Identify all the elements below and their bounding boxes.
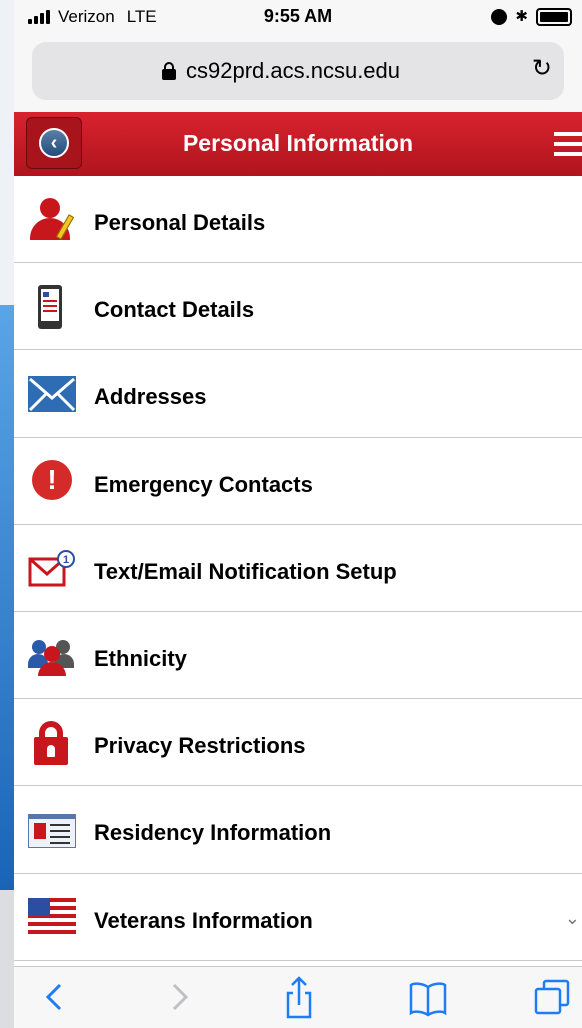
person-edit-icon (28, 198, 76, 242)
background-window (0, 305, 14, 890)
phone-screen: Verizon LTE 9:55 AM ✱ cs92prd.acs.ncsu.e… (14, 0, 582, 1028)
list-item-ethnicity[interactable]: Ethnicity (14, 611, 582, 700)
browser-forward-icon[interactable] (164, 975, 194, 1019)
list-item-label: Contact Details (94, 297, 255, 323)
list-item-label: Personal Details (94, 210, 266, 235)
url-text[interactable]: cs92prd.acs.ncsu.edu (186, 58, 400, 84)
list-item-label: Residency Information (94, 820, 332, 846)
envelope-icon (28, 372, 76, 416)
status-icons: ✱ (491, 8, 572, 26)
hamburger-menu-icon[interactable] (554, 132, 582, 156)
id-card-icon (28, 808, 76, 852)
browser-back-icon[interactable] (40, 975, 70, 1019)
list-item-notification-setup[interactable]: 1 Text/Email Notification Setup (14, 524, 582, 612)
list-item-veterans-information[interactable]: Veterans Information ⌄ (14, 873, 582, 961)
chevron-down-icon[interactable]: ⌄ (565, 908, 580, 929)
list-item-label: Privacy Restrictions (94, 733, 306, 759)
list-item-residency-information[interactable]: Residency Information (14, 786, 582, 874)
phone-icon (28, 285, 76, 330)
battery-icon (536, 8, 572, 26)
share-icon[interactable] (284, 975, 314, 1019)
notification-badge-count: 1 (63, 554, 69, 566)
us-flag-icon (28, 896, 76, 940)
page-header: ‹ Personal Information (14, 112, 582, 176)
bookmarks-icon[interactable] (408, 975, 448, 1019)
address-bar[interactable]: cs92prd.acs.ncsu.edu ↻ (32, 42, 564, 100)
alarm-icon (491, 9, 508, 25)
browser-toolbar (14, 966, 582, 1028)
list-item-label: Veterans Information (94, 907, 313, 933)
list-item-label: Text/Email Notification Setup (94, 558, 397, 584)
alert-icon: ! (28, 459, 76, 504)
page-title: Personal Information (182, 130, 414, 156)
list-item-addresses[interactable]: Addresses (14, 350, 582, 438)
reload-icon[interactable]: ↻ (532, 54, 552, 84)
list-item-contact-details[interactable]: Contact Details (14, 263, 582, 351)
tabs-icon[interactable] (534, 975, 570, 1019)
list-item-label: Ethnicity (94, 645, 187, 671)
padlock-icon (28, 721, 76, 766)
list-item-emergency-contacts[interactable]: ! Emergency Contacts (14, 437, 582, 525)
bluetooth-icon: ✱ (515, 8, 528, 25)
status-bar: Verizon LTE 9:55 AM ✱ (14, 0, 582, 36)
background-window-footer (0, 890, 14, 1028)
group-icon (28, 634, 76, 678)
background-page-edge (0, 0, 14, 1028)
mail-notification-icon: 1 (28, 547, 76, 591)
list-item-personal-details[interactable]: Personal Details (14, 176, 582, 264)
list-item-label: Addresses (94, 384, 207, 410)
list-item-label: Emergency Contacts (94, 471, 313, 497)
lock-icon (162, 62, 176, 80)
menu-list: Personal Details Contact Details Address… (14, 176, 582, 961)
browser-chrome: cs92prd.acs.ncsu.edu ↻ (14, 36, 582, 112)
list-item-privacy-restrictions[interactable]: Privacy Restrictions (14, 699, 582, 787)
